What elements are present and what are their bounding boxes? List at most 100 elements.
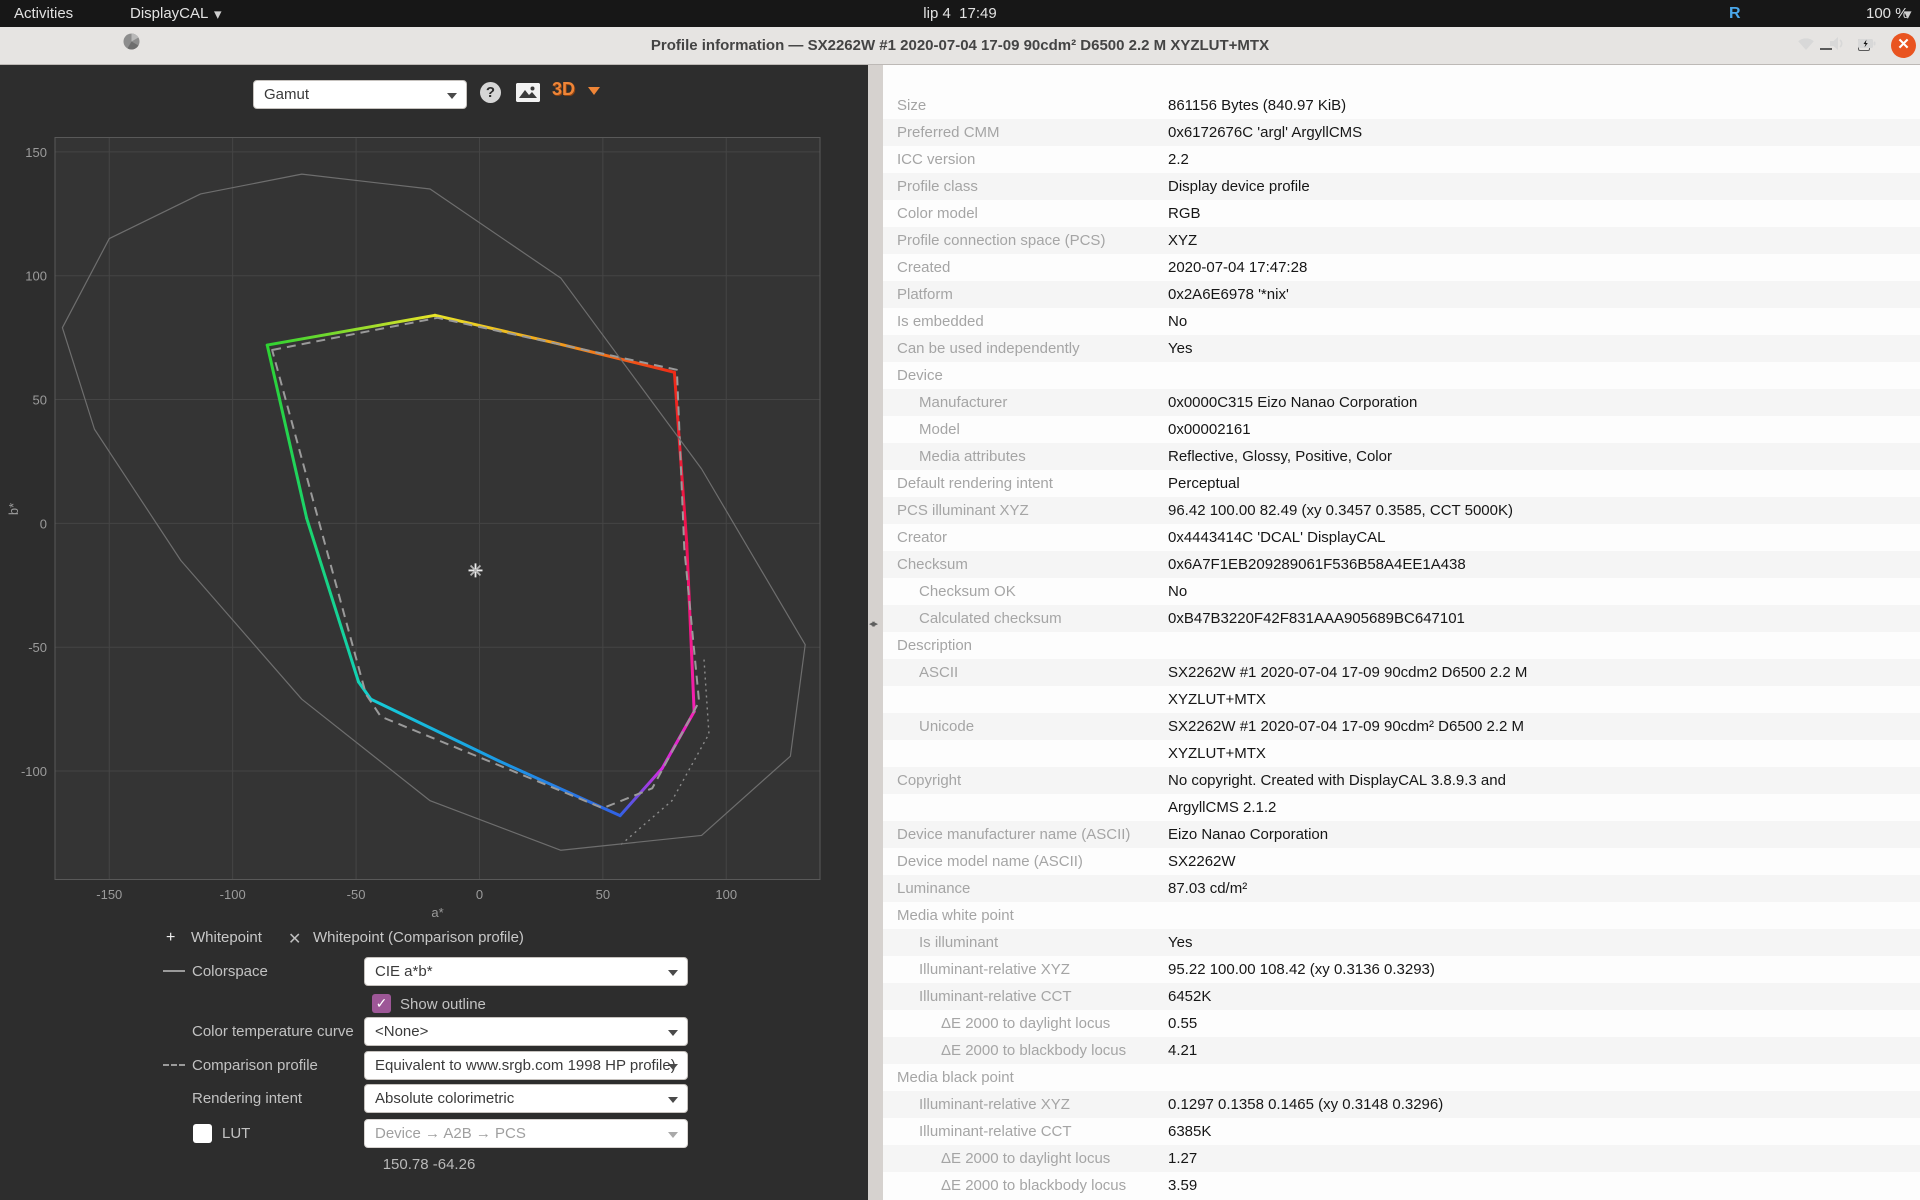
profile-info-row[interactable]: ArgyllCMS 2.1.2	[883, 794, 1920, 821]
save-image-icon[interactable]	[516, 83, 540, 102]
window-titlebar[interactable]: Profile information — SX2262W #1 2020-07…	[0, 27, 1920, 65]
info-row-label: Checksum OK	[919, 578, 1016, 605]
rendering-intent-value: Absolute colorimetric	[375, 1090, 514, 1107]
top-panel: Activities DisplayCAL ▾ lip 4 17:49 R 10…	[0, 0, 1920, 27]
profile-info-row[interactable]: ICC version2.2	[883, 146, 1920, 173]
wifi-icon[interactable]	[1780, 6, 1815, 33]
info-row-label: ΔE 2000 to daylight locus	[941, 1145, 1110, 1172]
svg-text:0: 0	[476, 887, 483, 902]
profile-info-row[interactable]: ΔE 2000 to daylight locus1.27	[883, 1145, 1920, 1172]
profile-info-row[interactable]: Is embeddedNo	[883, 308, 1920, 335]
lut-label[interactable]: LUT	[222, 1119, 250, 1148]
info-row-label: Illuminant-relative XYZ	[919, 1091, 1070, 1118]
color-temperature-curve-label: Color temperature curve	[192, 1017, 354, 1046]
profile-info-row[interactable]: Model0x00002161	[883, 416, 1920, 443]
profile-info-row[interactable]: ΔE 2000 to daylight locus 0.55	[883, 1010, 1920, 1037]
info-row-label: Calculated checksum	[919, 605, 1062, 632]
whitepoint-comparison-legend-label: Whitepoint (Comparison profile)	[313, 929, 524, 946]
comparison-profile-label: Comparison profile	[192, 1051, 318, 1080]
svg-text:50: 50	[33, 393, 47, 408]
whitepoint-plus-icon: +	[166, 929, 175, 947]
info-row-label: Illuminant-relative CCT	[919, 1118, 1072, 1145]
info-row-value: ArgyllCMS 2.1.2	[1168, 794, 1276, 821]
profile-info-row[interactable]: Device manufacturer name (ASCII)Eizo Nan…	[883, 821, 1920, 848]
profile-info-row[interactable]: Media white point	[883, 902, 1920, 929]
profile-info-row[interactable]: Created2020-07-04 17:47:28	[883, 254, 1920, 281]
profile-info-row[interactable]: Platform0x2A6E6978 '*nix'	[883, 281, 1920, 308]
profile-info-row[interactable]: Device model name (ASCII)SX2262W	[883, 848, 1920, 875]
profile-info-row[interactable]: Is illuminantYes	[883, 929, 1920, 956]
profile-info-row[interactable]: Illuminant-relative CCT6452K	[883, 983, 1920, 1010]
info-row-label: Manufacturer	[919, 389, 1007, 416]
pane-splitter[interactable]: ◂▸	[868, 65, 883, 1200]
svg-text:150: 150	[25, 145, 47, 160]
profile-info-row[interactable]: Media black point	[883, 1064, 1920, 1091]
profile-info-row[interactable]: Creator0x4443414C 'DCAL' DisplayCAL	[883, 524, 1920, 551]
profile-info-row[interactable]: ASCIISX2262W #1 2020-07-04 17-09 90cdm2 …	[883, 659, 1920, 686]
profile-info-row[interactable]: Manufacturer0x0000C315 Eizo Nanao Corpor…	[883, 389, 1920, 416]
profile-info-row[interactable]: Profile connection space (PCS)XYZ	[883, 227, 1920, 254]
x-axis-label: a*	[431, 905, 443, 920]
profile-info-row[interactable]: Luminance87.03 cd/m²	[883, 875, 1920, 902]
show-outline-label[interactable]: Show outline	[400, 990, 486, 1019]
chevron-down-icon	[668, 1132, 678, 1138]
lut-direction-select: Device → A2B → PCS	[364, 1119, 688, 1148]
view-3d-caret-icon[interactable]	[588, 87, 600, 95]
close-button[interactable]: ✕	[1890, 27, 1918, 64]
info-row-value: 0.55	[1168, 1010, 1197, 1037]
app-indicator-r-icon[interactable]: R	[1729, 0, 1741, 27]
info-row-label: PCS illuminant XYZ	[897, 497, 1029, 524]
profile-info-row[interactable]: Preferred CMM0x6172676C 'argl' ArgyllCMS	[883, 119, 1920, 146]
color-temperature-curve-select[interactable]: <None>	[364, 1017, 688, 1046]
profile-info-row[interactable]: UnicodeSX2262W #1 2020-07-04 17-09 90cdm…	[883, 713, 1920, 740]
info-row-label: ICC version	[897, 146, 975, 173]
profile-info-row[interactable]: Default rendering intentPerceptual	[883, 470, 1920, 497]
profile-info-row[interactable]: Checksum0x6A7F1EB209289061F536B58A4EE1A4…	[883, 551, 1920, 578]
comparison-dashed-swatch	[163, 1064, 185, 1066]
color-temperature-curve-value: <None>	[375, 1023, 428, 1040]
clock[interactable]: lip 4 17:49	[0, 0, 1920, 27]
info-row-value: 0x00002161	[1168, 416, 1251, 443]
profile-info-row[interactable]: Description	[883, 632, 1920, 659]
comparison-profile-select[interactable]: Equivalent to www.srgb.com 1998 HP profi…	[364, 1051, 688, 1080]
svg-text:100: 100	[25, 269, 47, 284]
profile-info-row[interactable]: ΔE 2000 to blackbody locus3.59	[883, 1172, 1920, 1199]
profile-info-row[interactable]: CopyrightNo copyright. Created with Disp…	[883, 767, 1920, 794]
info-row-label: Profile class	[897, 173, 978, 200]
profile-info-row[interactable]: Illuminant-relative CCT6385K	[883, 1118, 1920, 1145]
view-3d-button[interactable]: 3D	[552, 79, 575, 100]
info-row-label: Default rendering intent	[897, 470, 1053, 497]
info-row-value: 87.03 cd/m²	[1168, 875, 1247, 902]
profile-info-row[interactable]: Calculated checksum0xB47B3220F42F831AAA9…	[883, 605, 1920, 632]
profile-info-row[interactable]: XYZLUT+MTX	[883, 740, 1920, 767]
colorspace-select[interactable]: CIE a*b*	[364, 957, 688, 986]
info-row-value: 95.22 100.00 108.42 (xy 0.3136 0.3293)	[1168, 956, 1435, 983]
profile-info-row[interactable]: Color modelRGB	[883, 200, 1920, 227]
profile-info-row[interactable]: Illuminant-relative XYZ95.22 100.00 108.…	[883, 956, 1920, 983]
profile-info-row[interactable]: Can be used independentlyYes	[883, 335, 1920, 362]
info-row-label: Preferred CMM	[897, 119, 1000, 146]
show-outline-checkbox[interactable]: ✓	[372, 994, 391, 1013]
system-menu-caret-icon[interactable]: ▾	[1904, 1, 1912, 28]
plot-type-select[interactable]: Gamut	[253, 80, 467, 109]
profile-info-row[interactable]: ΔE 2000 to blackbody locus4.21	[883, 1037, 1920, 1064]
info-row-label: ASCII	[919, 659, 958, 686]
info-row-value: Reflective, Glossy, Positive, Color	[1168, 443, 1392, 470]
lut-checkbox[interactable]: ✓	[193, 1124, 212, 1143]
info-row-label: Media black point	[897, 1064, 1014, 1091]
chevron-down-icon	[668, 1097, 678, 1103]
colorspace-label: Colorspace	[192, 957, 268, 986]
profile-info-row[interactable]: Size861156 Bytes (840.97 KiB)	[883, 92, 1920, 119]
rendering-intent-select[interactable]: Absolute colorimetric	[364, 1084, 688, 1113]
info-row-label: ΔE 2000 to daylight locus	[941, 1010, 1110, 1037]
profile-info-row[interactable]: PCS illuminant XYZ96.42 100.00 82.49 (xy…	[883, 497, 1920, 524]
profile-info-row[interactable]: Illuminant-relative XYZ0.1297 0.1358 0.1…	[883, 1091, 1920, 1118]
plot-pane: Gamut ? 3D -150-100-50050100150100500-50…	[0, 65, 868, 1200]
gamut-plot[interactable]: -150-100-50050100150100500-50-100a*b*	[0, 137, 868, 922]
profile-info-row[interactable]: Profile classDisplay device profile	[883, 173, 1920, 200]
profile-info-row[interactable]: XYZLUT+MTX	[883, 686, 1920, 713]
profile-info-row[interactable]: Media attributesReflective, Glossy, Posi…	[883, 443, 1920, 470]
help-icon[interactable]: ?	[480, 82, 501, 103]
profile-info-row[interactable]: Checksum OKNo	[883, 578, 1920, 605]
profile-info-row[interactable]: Device	[883, 362, 1920, 389]
